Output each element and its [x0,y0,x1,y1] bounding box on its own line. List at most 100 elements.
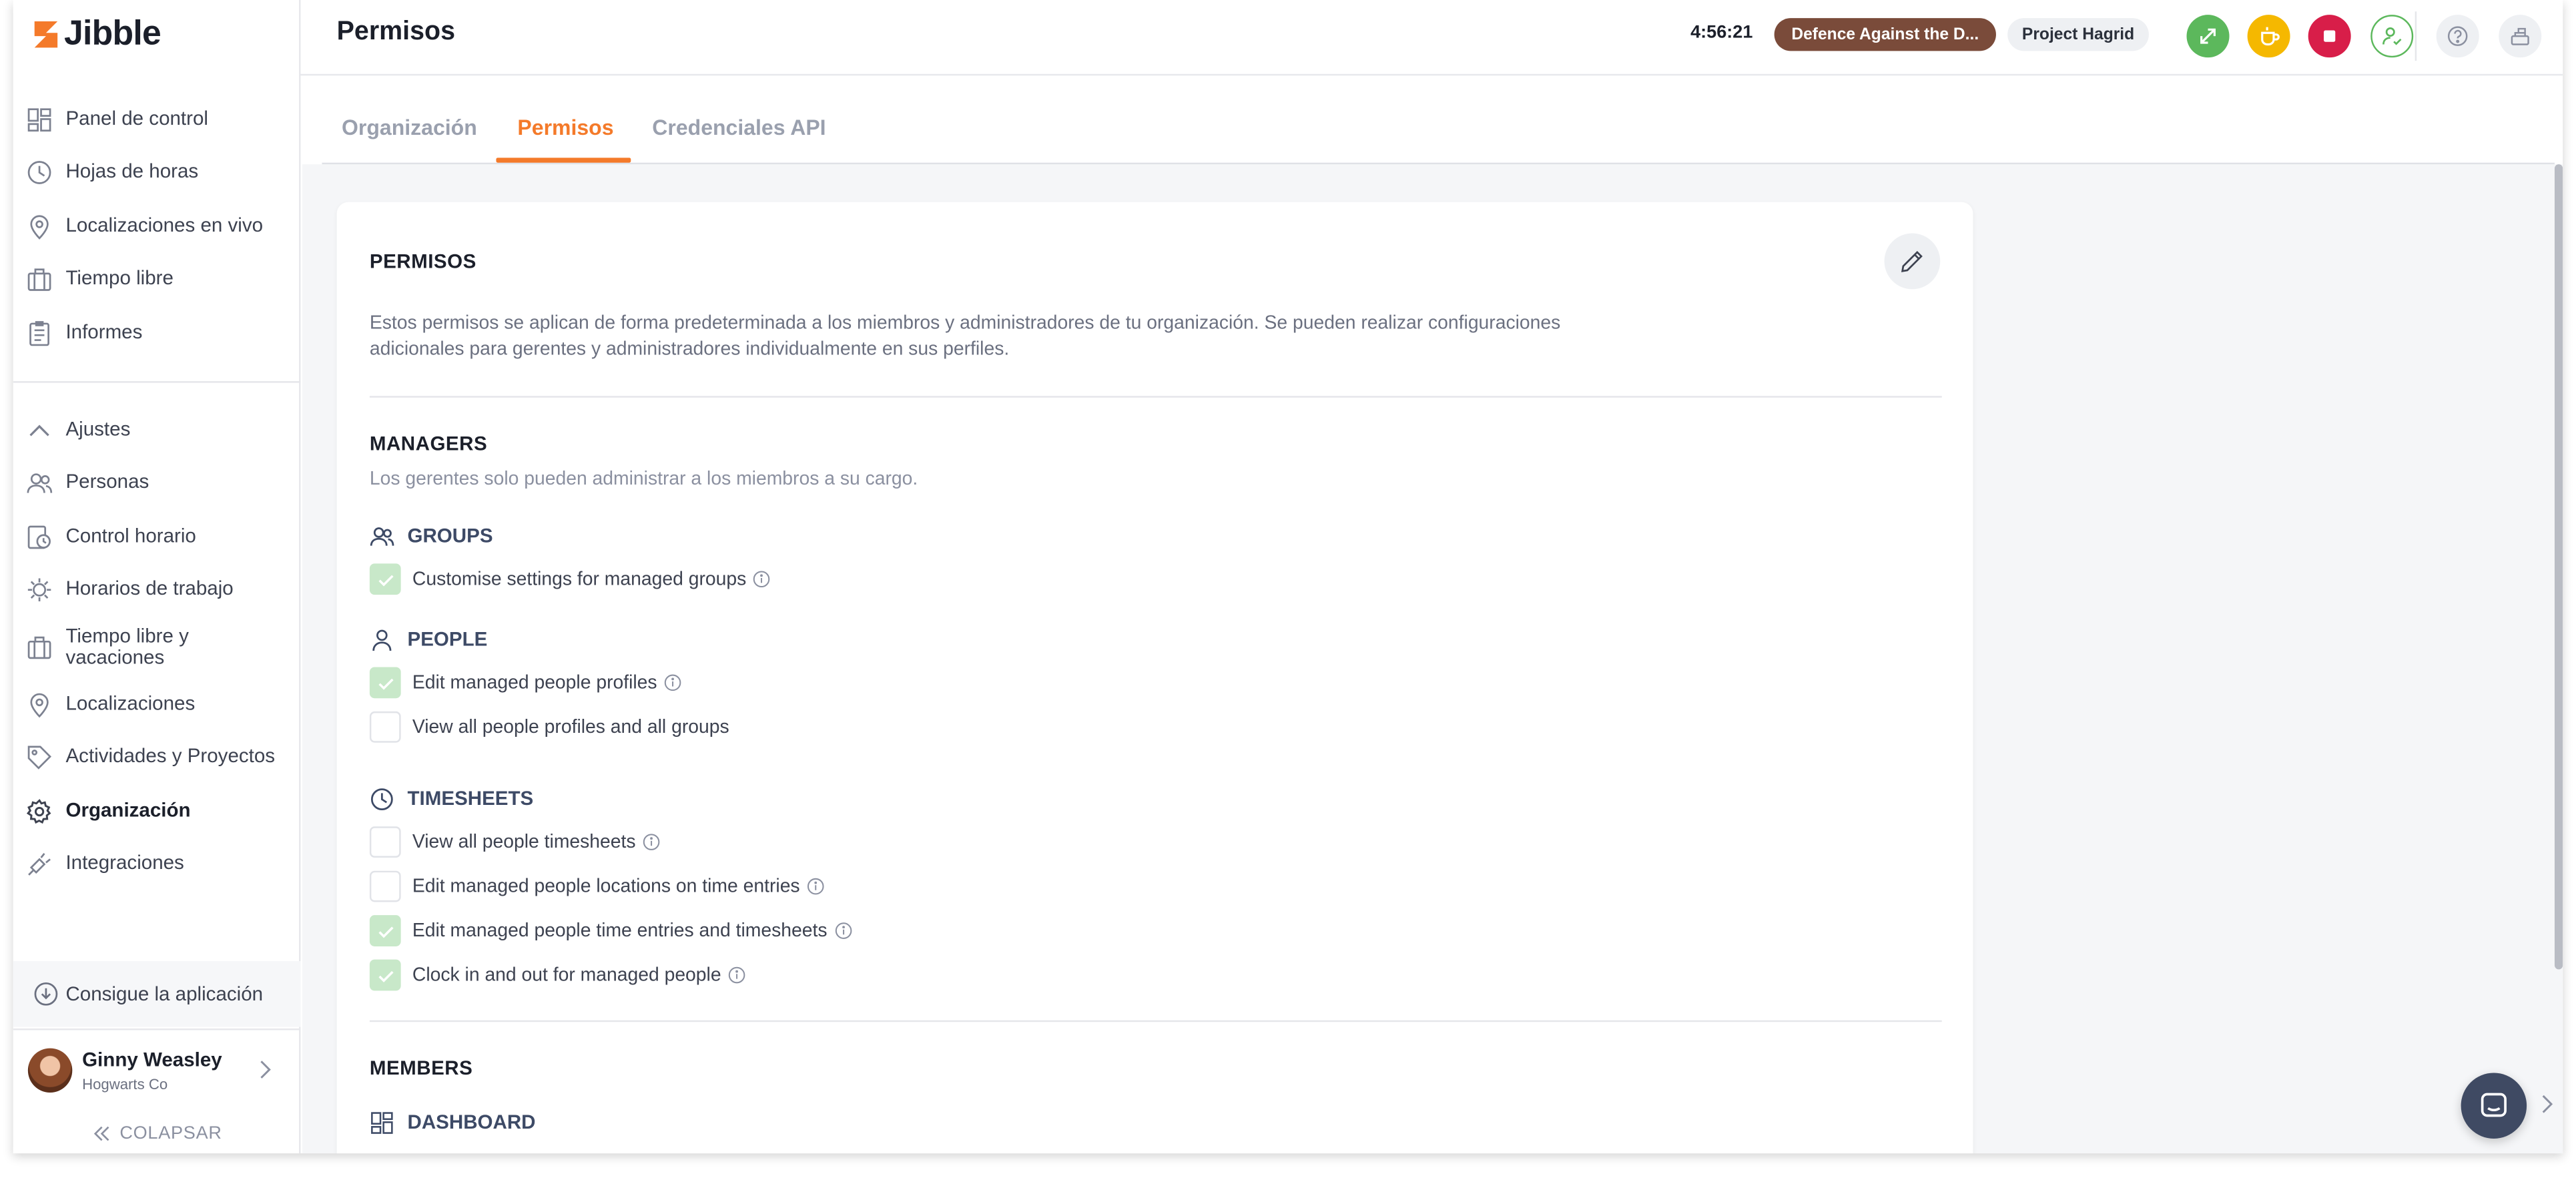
chevron-up-icon [26,416,52,442]
permission-row: Clock in and out for managed people [369,959,746,991]
sidebar-item-label: Localizaciones en vivo [65,214,264,237]
user-profile-card[interactable]: Ginny Weasley Hogwarts Co [13,1028,301,1111]
checkbox-view-all-profiles[interactable] [369,711,401,743]
group-title: GROUPS [407,524,493,547]
sidebar-item-time-tracking[interactable]: Control horario [13,523,301,551]
sidebar-item-time-off[interactable]: Tiempo libre [13,264,301,292]
break-button[interactable] [2247,15,2290,58]
section-divider [369,396,1942,398]
sidebar-item-settings[interactable]: Ajustes [13,416,301,444]
clock-icon [370,788,393,810]
people-icon [26,469,53,495]
chevron-right-icon[interactable] [2540,1093,2553,1115]
location-pin-icon [26,213,52,239]
collapse-sidebar-button[interactable]: COLAPSAR [13,1117,301,1150]
sidebar-item-work-schedules[interactable]: Horarios de trabajo [13,575,301,603]
sidebar-item-label: Integraciones [65,851,184,874]
chat-icon [2481,1093,2507,1117]
sidebar-item-time-off-vacations[interactable]: Tiempo libre y vacaciones [13,623,301,672]
app-root: Jibble Panel de control Hojas de horas L… [0,0,2576,1180]
info-icon[interactable] [834,922,852,940]
check-icon [378,970,393,982]
clock-out-button[interactable] [2308,15,2351,58]
clock-in-status-button[interactable] [2370,15,2414,58]
top-bar: Permisos 4:56:21 Defence Against the D..… [300,0,2563,76]
permission-row: Edit managed people locations on time en… [369,870,825,902]
project-pill[interactable]: Project Hagrid [2007,18,2149,51]
permission-row: Edit managed people profiles [369,667,682,699]
members-title: MEMBERS [369,1056,473,1080]
checkbox-clock-in-out-managed[interactable] [369,959,401,991]
person-icon [372,629,392,650]
sidebar-item-activities-projects[interactable]: Actividades y Proyectos [13,743,301,771]
sidebar-item-label: Organización [65,798,191,822]
managers-title: MANAGERS [369,432,488,455]
get-app-button[interactable]: Consigue la aplicación [13,961,301,1027]
check-icon [378,574,393,586]
suitcase-icon [26,634,52,660]
info-icon[interactable] [663,673,681,691]
checkbox-customise-managed-groups[interactable] [369,563,401,595]
group-title: PEOPLE [407,627,488,651]
sidebar-item-organization[interactable]: Organización [13,797,301,825]
edit-button[interactable] [1884,233,1941,290]
sidebar-item-reports[interactable]: Informes [13,319,301,347]
sidebar-item-label: Horarios de trabajo [65,577,234,600]
permission-row: View all people timesheets [369,826,661,858]
checkbox-edit-locations[interactable] [369,870,401,902]
check-icon [378,926,393,938]
permission-row: Customise settings for managed groups [369,563,771,595]
checkbox-view-all-timesheets[interactable] [369,826,401,858]
help-button[interactable] [2436,15,2479,58]
user-organization: Hogwarts Co [82,1076,168,1093]
tab-organization[interactable]: Organización [342,115,477,158]
sidebar-item-people[interactable]: Personas [13,469,301,497]
sidebar-item-label: Actividades y Proyectos [65,744,276,768]
permission-row: View all people profiles and all groups [369,711,729,743]
setup-button[interactable] [2499,15,2542,58]
sidebar-item-label: Localizaciones [65,691,196,715]
collapse-label: COLAPSAR [119,1123,222,1144]
scrollbar[interactable] [2554,164,2563,970]
coffee-cup-icon [2261,27,2280,46]
permission-row: Edit managed people time entries and tim… [369,915,852,946]
sidebar-item-dashboard[interactable]: Panel de control [13,105,301,133]
permissions-description: Estos permisos se aplican de forma prede… [369,314,1561,360]
tab-api-credentials[interactable]: Credenciales API [652,115,826,158]
tab-permissions[interactable]: Permisos [517,115,613,158]
permission-label: Edit managed people time entries and tim… [412,920,828,941]
chevron-right-icon [260,1061,271,1079]
checkbox-edit-time-entries[interactable] [369,915,401,946]
permissions-card: PERMISOS Estos permisos se aplican de fo… [336,202,1973,1154]
sidebar-item-label: Personas [65,470,149,493]
sidebar-item-locations[interactable]: Localizaciones [13,690,301,718]
app-window: Jibble Panel de control Hojas de horas L… [13,0,2563,1154]
pencil-icon [1901,250,1923,272]
info-icon[interactable] [642,833,660,851]
plug-icon [26,850,52,876]
switch-activity-button[interactable] [2186,15,2230,58]
sidebar-item-timesheets[interactable]: Hojas de horas [13,158,301,186]
get-app-label: Consigue la aplicación [65,982,264,1006]
info-icon[interactable] [806,878,824,896]
group-title: DASHBOARD [407,1111,536,1134]
info-icon[interactable] [753,570,771,588]
download-icon [33,981,59,1007]
chat-support-button[interactable] [2461,1073,2527,1139]
info-icon[interactable] [727,966,745,984]
sidebar-item-integrations[interactable]: Integraciones [13,850,301,878]
setup-guide-icon [2511,27,2529,45]
header-divider [2414,11,2417,61]
user-name: Ginny Weasley [82,1048,222,1072]
jibble-logo-icon [34,21,58,48]
sidebar-divider [13,381,301,383]
sidebar-item-label: Tiempo libre y vacaciones [65,624,189,669]
logo[interactable]: Jibble [31,13,162,56]
avatar [27,1048,73,1093]
group-heading-groups: GROUPS [370,523,493,549]
activity-pill[interactable]: Defence Against the D... [1774,18,1996,51]
active-tab-indicator [496,158,631,163]
checkbox-edit-managed-profiles[interactable] [369,667,401,699]
permissions-title: PERMISOS [369,250,476,273]
sidebar-item-live-locations[interactable]: Localizaciones en vivo [13,212,301,240]
